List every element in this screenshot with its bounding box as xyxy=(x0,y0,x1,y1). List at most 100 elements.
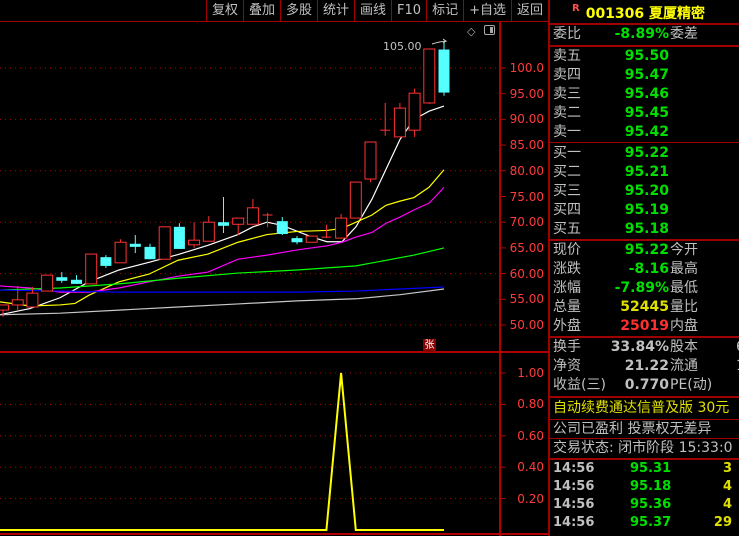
buy-price: 95.21 xyxy=(624,164,669,180)
buy-row: 买一 95.22 xyxy=(553,144,739,163)
price-axis-label: 55.00 xyxy=(509,292,544,307)
stat-label: 现价 xyxy=(553,242,581,258)
candle-body xyxy=(423,48,436,104)
candle-body xyxy=(349,181,362,219)
trade-volume: 4 xyxy=(722,479,732,494)
panel-toggle-icon[interactable] xyxy=(484,25,495,35)
price-axis-label: 75.00 xyxy=(509,189,544,204)
fund-label: 换手 xyxy=(553,339,581,355)
sell-row: 卖四 95.47 xyxy=(553,66,739,85)
fund-value: 0.770 xyxy=(624,377,669,393)
fund-row: 净资21.22流通1 xyxy=(553,357,739,376)
sell-price: 95.42 xyxy=(624,124,669,140)
price-axis-label: 100.0 xyxy=(509,61,544,75)
trade-row: 14:56 95.18 4 xyxy=(553,478,738,496)
fund-label: 股本 xyxy=(670,339,698,355)
candle-body xyxy=(41,274,54,292)
candle-body xyxy=(71,279,82,284)
stat-row: 涨幅 -7.89% 最低 xyxy=(553,279,739,298)
kline-chart[interactable] xyxy=(0,0,548,536)
buy-row: 买三 95.20 xyxy=(553,182,739,201)
trade-volume: 4 xyxy=(722,497,732,512)
trade-row: 14:56 95.31 3 xyxy=(553,460,738,478)
candle-body xyxy=(0,304,9,311)
buy-label: 买三 xyxy=(553,183,581,199)
candle-body xyxy=(232,217,245,225)
candle-body xyxy=(114,241,127,264)
fund-label: 净资 xyxy=(553,358,581,374)
stat-row: 涨跌 -8.16 最高 xyxy=(553,260,739,279)
fund-label: 流通 xyxy=(670,358,698,374)
weibi-value: -8.89% xyxy=(614,26,669,42)
stat-row: 外盘 25019 内盘 xyxy=(553,317,739,336)
buy-price: 95.22 xyxy=(624,145,669,161)
stat-label: 涨幅 xyxy=(553,280,581,296)
candle-body xyxy=(11,299,24,306)
sell-label: 卖四 xyxy=(553,67,581,83)
sell-row: 卖二 95.45 xyxy=(553,104,739,123)
candle-body xyxy=(188,239,201,246)
stat-value: 52445 xyxy=(620,299,669,315)
price-axis-label: 90.00 xyxy=(509,112,544,127)
stock-code: 001306 xyxy=(585,6,645,22)
price-axis-label: 65.00 xyxy=(509,240,544,255)
stat-label: 涨跌 xyxy=(553,261,581,277)
candle-body xyxy=(100,257,112,266)
trade-price: 95.18 xyxy=(630,479,672,494)
stat-value: -8.16 xyxy=(628,261,669,277)
stat-value: 95.22 xyxy=(624,242,669,258)
stock-badge: R xyxy=(572,3,580,14)
fund-row: 换手33.84%股本6 xyxy=(553,338,739,357)
trade-price: 95.31 xyxy=(630,461,672,476)
weibi-row: 委比 -8.89% 委差 xyxy=(553,25,739,44)
trade-time: 14:56 xyxy=(553,479,595,494)
sell-label: 卖一 xyxy=(553,124,581,140)
sell-label: 卖三 xyxy=(553,86,581,102)
stat-label: 外盘 xyxy=(553,318,581,334)
sell-row: 卖一 95.42 xyxy=(553,123,739,142)
candle-body xyxy=(26,292,39,308)
stat-label: 总量 xyxy=(553,299,581,315)
high-price-label: 105.00 xyxy=(383,40,422,53)
price-axis-label: 80.00 xyxy=(509,163,544,178)
indicator-axis-label: 0.60 xyxy=(517,428,544,443)
indicator-axis-label: 0.20 xyxy=(517,491,544,506)
candle-body xyxy=(56,277,68,281)
stat-row: 现价 95.22 今开 xyxy=(553,241,739,260)
candle-body xyxy=(335,217,348,239)
diamond-icon[interactable]: ◇ xyxy=(467,25,475,38)
candle-body xyxy=(85,253,98,285)
indicator-line xyxy=(0,372,444,531)
promo-link[interactable]: 自动续费通达信普及版 30元 xyxy=(553,399,739,418)
trade-price: 95.36 xyxy=(630,497,672,512)
sell-price: 95.46 xyxy=(624,86,669,102)
candle-body xyxy=(438,49,450,93)
weibi-label: 委比 xyxy=(553,26,581,42)
company-notice: 公司已盈利 投票权无差异 xyxy=(553,421,712,437)
buy-price: 95.19 xyxy=(624,202,669,218)
buy-price: 95.20 xyxy=(624,183,669,199)
buy-price: 95.18 xyxy=(624,221,669,237)
indicator-axis-label: 0.80 xyxy=(517,397,544,412)
buy-label: 买一 xyxy=(553,145,581,161)
buy-row: 买五 95.18 xyxy=(553,220,739,239)
price-axis-label: 50.00 xyxy=(509,318,544,332)
candle-body xyxy=(218,222,229,226)
fund-value: 33.84% xyxy=(610,339,669,355)
fund-label: PE(动) xyxy=(670,377,713,393)
moving-average-line xyxy=(0,105,445,316)
stat-label: 今开 xyxy=(670,242,698,258)
fund-label: 收益(三) xyxy=(553,377,606,393)
trade-price: 95.37 xyxy=(630,515,672,530)
fund-value: 21.22 xyxy=(624,358,669,374)
sell-price: 95.47 xyxy=(624,67,669,83)
candle-body xyxy=(305,235,318,243)
candle-body xyxy=(129,243,141,247)
trade-time: 14:56 xyxy=(553,515,595,530)
stock-name: 夏厦精密 xyxy=(649,6,706,22)
trade-time: 14:56 xyxy=(553,461,595,476)
fund-row: 收益(三) 0.770 PE(动) xyxy=(553,376,739,395)
sell-label: 卖二 xyxy=(553,105,581,121)
trading-status: 交易状态: 闭市阶段 15:33:0 xyxy=(553,440,733,456)
sell-price: 95.50 xyxy=(624,48,669,64)
